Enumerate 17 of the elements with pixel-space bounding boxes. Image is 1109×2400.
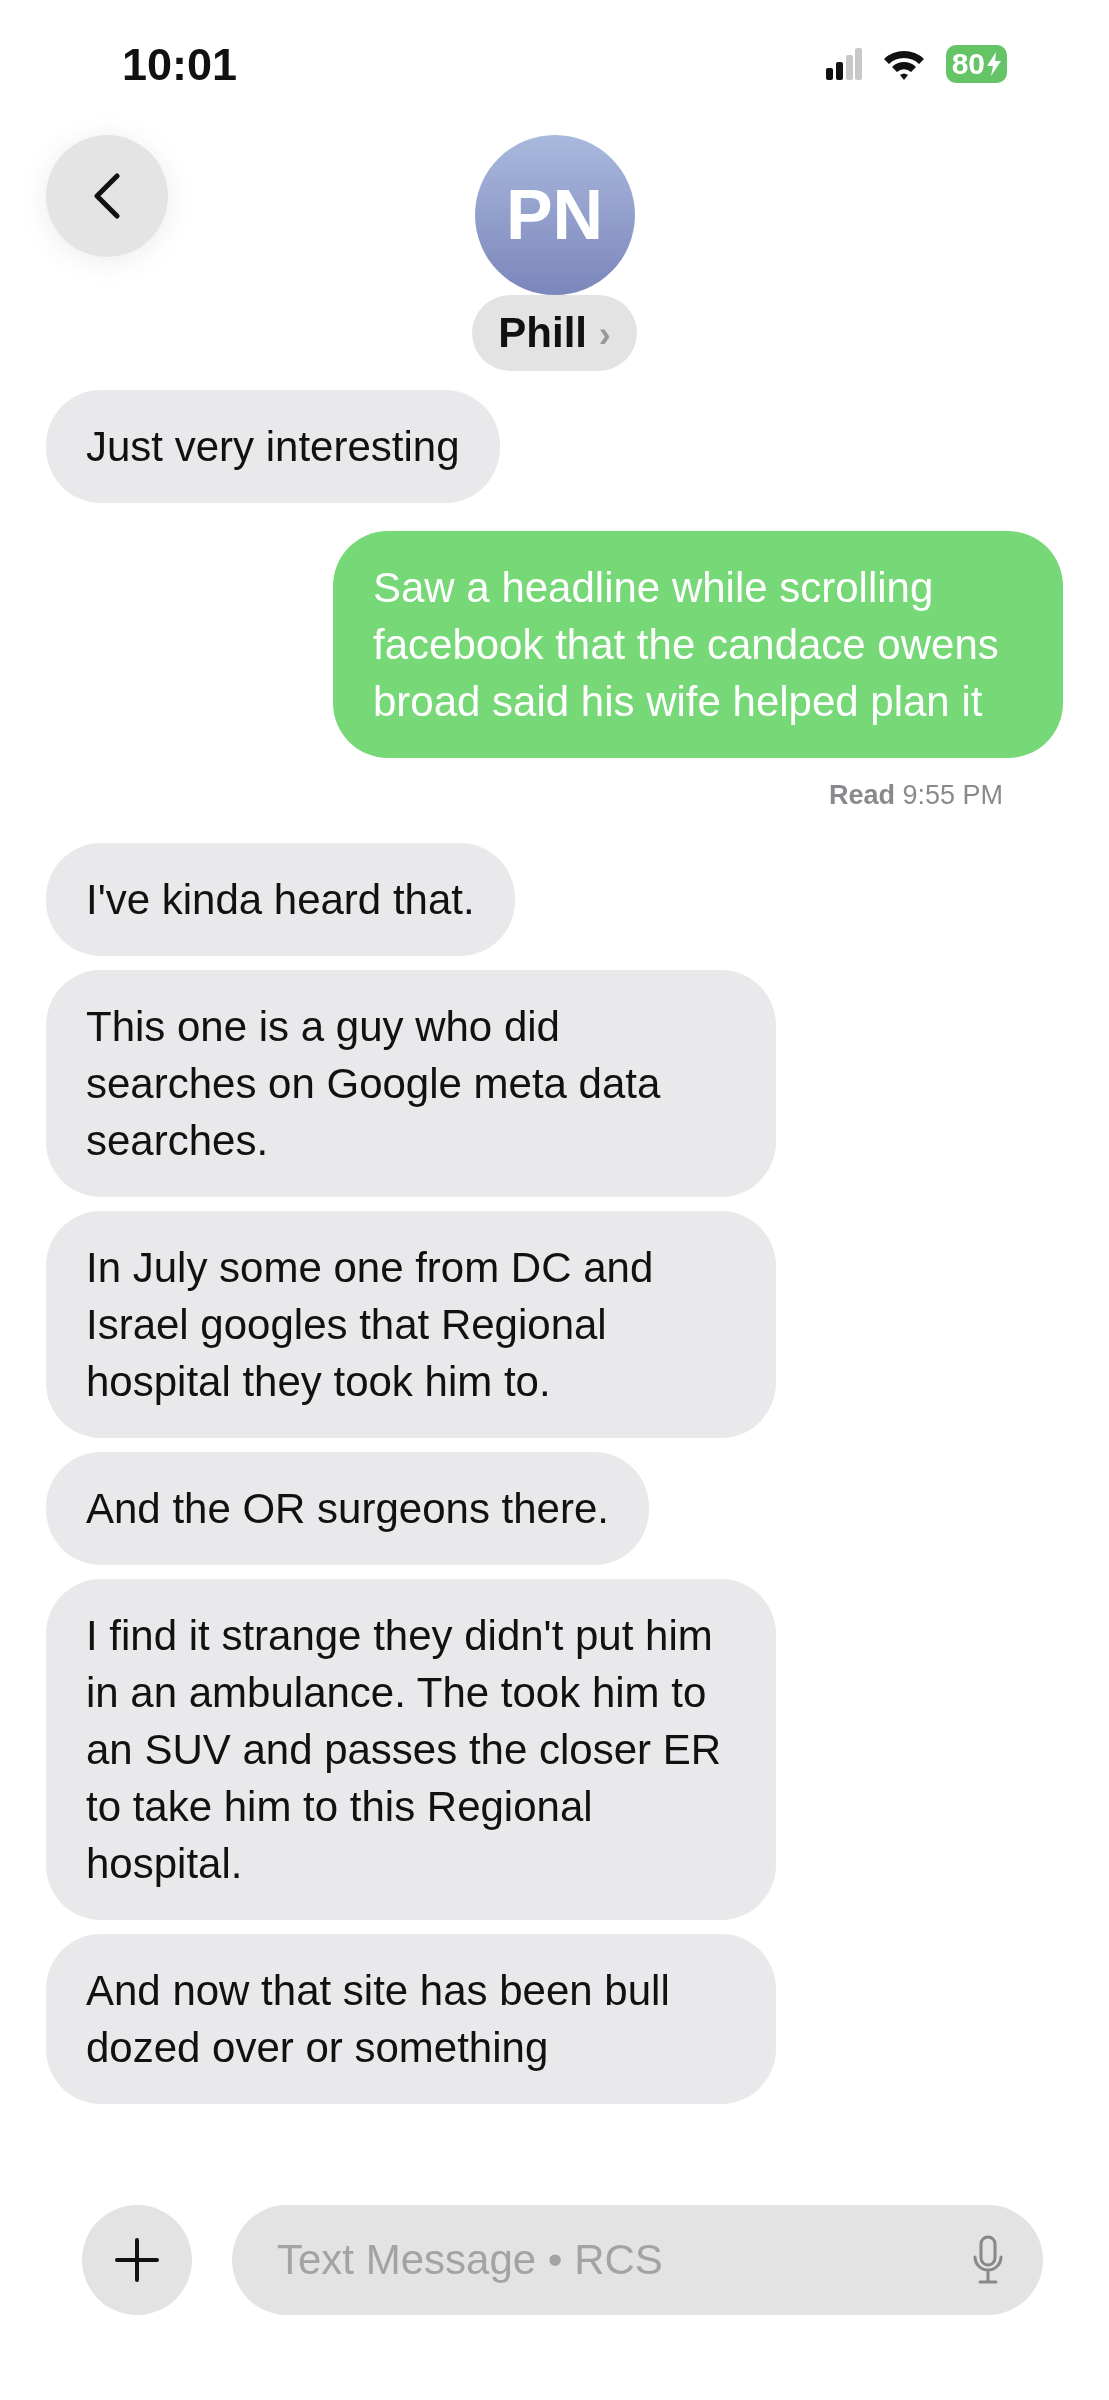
received-message-bubble: And the OR surgeons there. xyxy=(46,1452,649,1565)
back-icon xyxy=(92,173,122,219)
signal-icon xyxy=(825,47,862,80)
received-message-bubble: This one is a guy who did searches on Google meta data searches. xyxy=(46,970,776,1197)
microphone-icon[interactable] xyxy=(973,2235,1003,2285)
plus-icon xyxy=(115,2238,159,2282)
message-input-field[interactable]: Text Message • RCS xyxy=(232,2205,1043,2315)
status-time: 10:01 xyxy=(122,38,238,91)
battery-indicator: 80 xyxy=(945,44,1007,83)
contact-name-button[interactable]: Phill › xyxy=(472,295,637,371)
sent-message-bubble: Saw a headline while scrolling facebook that the candace owens broad said his wife helped plan it xyxy=(333,531,1063,758)
received-message-bubble: I've kinda heard that. xyxy=(46,843,515,956)
read-receipt: Read 9:55 PM xyxy=(827,779,1004,812)
received-message-bubble: I find it strange they didn't put him in an ambulance. The took him to an SUV and passes the closer ER to take him to this Regional hospital. xyxy=(46,1579,776,1920)
received-message-bubble: Just very interesting xyxy=(46,390,500,503)
received-message-bubble: In July some one from DC and Israel googles that Regional hospital they took him to. xyxy=(46,1211,776,1438)
received-message-bubble: And now that site has been bull dozed over or something xyxy=(46,1934,776,2104)
